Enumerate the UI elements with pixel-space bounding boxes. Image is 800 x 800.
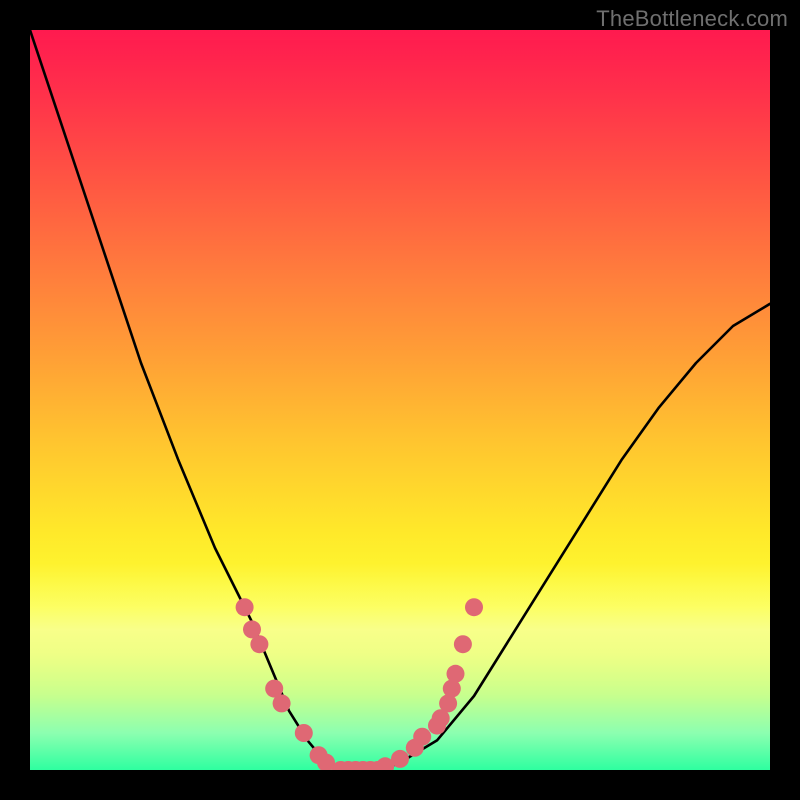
- data-dot: [447, 665, 465, 683]
- data-dot: [273, 694, 291, 712]
- data-dot: [295, 724, 313, 742]
- watermark-label: TheBottleneck.com: [596, 6, 788, 32]
- data-dot: [454, 635, 472, 653]
- bottleneck-chart: TheBottleneck.com: [0, 0, 800, 800]
- data-dot: [391, 750, 409, 768]
- bottleneck-curve: [30, 30, 770, 770]
- data-dot: [250, 635, 268, 653]
- data-dot: [236, 598, 254, 616]
- data-dots-group: [236, 598, 483, 770]
- curve-layer: [30, 30, 770, 770]
- plot-area: [30, 30, 770, 770]
- data-dot: [413, 728, 431, 746]
- data-dot: [465, 598, 483, 616]
